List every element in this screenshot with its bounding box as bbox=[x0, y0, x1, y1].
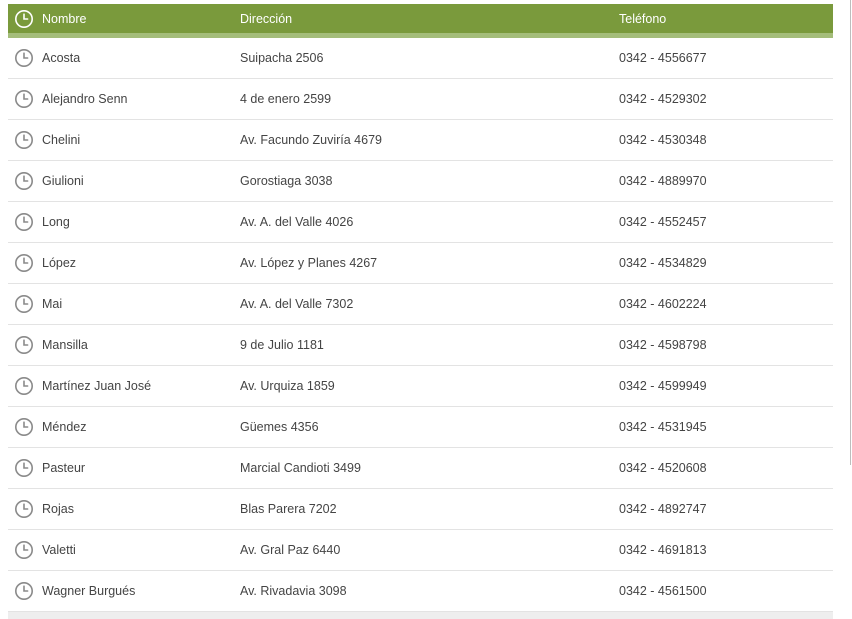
name-cell: Martínez Juan José bbox=[8, 376, 240, 396]
pharmacy-phone: 0342 - 4529302 bbox=[619, 92, 707, 106]
pharmacy-name: Rojas bbox=[42, 502, 74, 516]
header-address[interactable]: Dirección bbox=[240, 12, 619, 26]
pharmacy-name: Valetti bbox=[42, 543, 76, 557]
clock-icon bbox=[15, 336, 33, 354]
table-row[interactable]: Valetti Av. Gral Paz 6440 0342 - 4691813 bbox=[8, 530, 833, 571]
header-name: Nombre bbox=[42, 11, 87, 26]
clock-icon bbox=[15, 49, 33, 67]
pharmacy-address: Suipacha 2506 bbox=[240, 51, 324, 65]
pharmacy-address: 9 de Julio 1181 bbox=[240, 338, 324, 352]
table-row[interactable]: Long Av. A. del Valle 4026 0342 - 4552457 bbox=[8, 202, 833, 243]
pharmacy-name: Pasteur bbox=[42, 461, 86, 475]
table-row[interactable]: Martínez Juan José Av. Urquiza 1859 0342 -… bbox=[8, 366, 833, 407]
pharmacy-address: Av. Gral Paz 6440 bbox=[240, 543, 341, 557]
pharmacy-name: Giulioni bbox=[42, 174, 84, 188]
clock-icon bbox=[15, 459, 33, 477]
table-row[interactable]: Mai Av. A. del Valle 7302 0342 - 4602224 bbox=[8, 284, 833, 325]
pharmacy-phone: 0342 - 4561500 bbox=[619, 584, 707, 598]
clock-icon bbox=[15, 9, 33, 28]
pharmacy-name: Mai bbox=[42, 297, 63, 311]
pharmacy-phone: 0342 - 4556677 bbox=[619, 51, 707, 65]
clock-icon bbox=[15, 500, 33, 518]
pharmacy-phone: 0342 - 4534829 bbox=[619, 256, 707, 270]
name-cell: Wagner Burgués bbox=[8, 581, 240, 601]
clock-icon bbox=[15, 377, 33, 395]
name-cell: López bbox=[8, 253, 240, 273]
clock-icon bbox=[15, 582, 33, 600]
name-cell: Long bbox=[8, 212, 240, 232]
pharmacy-address: Gorostiaga 3038 bbox=[240, 174, 333, 188]
pharmacy-name: Méndez bbox=[42, 420, 87, 434]
pharmacy-name: Martínez Juan José bbox=[42, 379, 152, 393]
table-row[interactable]: Alejandro Senn 4 de enero 2599 0342 - 4529… bbox=[8, 79, 833, 120]
table-header: Nombre Dirección Teléfono bbox=[8, 4, 833, 38]
header-name-cell[interactable]: Nombre bbox=[8, 9, 240, 29]
table-row[interactable]: Méndez Güemes 4356 0342 - 4531945 bbox=[8, 407, 833, 448]
pharmacy-name: Wagner Burgués bbox=[42, 584, 136, 598]
table-row[interactable]: Wagner Burgués Av. Rivadavia 3098 0342 - 4… bbox=[8, 571, 833, 612]
pharmacy-phone: 0342 - 4520608 bbox=[619, 461, 707, 475]
pharmacy-table: Nombre Dirección Teléfono Acosta Suipacha… bbox=[8, 4, 833, 612]
pharmacy-address: 4 de enero 2599 bbox=[240, 92, 332, 106]
pharmacy-phone: 0342 - 4530348 bbox=[619, 133, 707, 147]
name-cell: Acosta bbox=[8, 48, 240, 68]
pharmacy-name: Alejandro Senn bbox=[42, 92, 128, 106]
clock-icon bbox=[15, 295, 33, 313]
clock-icon bbox=[15, 172, 33, 190]
name-cell: Mai bbox=[8, 294, 240, 314]
pharmacy-address: Av. A. del Valle 7302 bbox=[240, 297, 354, 311]
clock-icon bbox=[15, 418, 33, 436]
pharmacy-address: Güemes 4356 bbox=[240, 420, 319, 434]
table-row[interactable]: López Av. López y Planes 4267 0342 - 45348… bbox=[8, 243, 833, 284]
pharmacy-name: López bbox=[42, 256, 77, 270]
scrollbar-edge bbox=[850, 0, 851, 465]
table-row[interactable]: Chelini Av. Facundo Zuviría 4679 0342 - 45… bbox=[8, 120, 833, 161]
pharmacy-phone: 0342 - 4531945 bbox=[619, 420, 707, 434]
pharmacy-name: Long bbox=[42, 215, 70, 229]
table-footer bbox=[8, 612, 833, 619]
pharmacy-phone: 0342 - 4552457 bbox=[619, 215, 707, 229]
pharmacy-address: Av. Urquiza 1859 bbox=[240, 379, 335, 393]
pharmacy-phone: 0342 - 4602224 bbox=[619, 297, 707, 311]
pharmacy-name: Acosta bbox=[42, 51, 81, 65]
table-row[interactable]: Acosta Suipacha 2506 0342 - 4556677 bbox=[8, 38, 833, 79]
table-row[interactable]: Rojas Blas Parera 7202 0342 - 4892747 bbox=[8, 489, 833, 530]
header-phone[interactable]: Teléfono bbox=[619, 12, 833, 26]
clock-icon bbox=[15, 541, 33, 559]
pharmacy-address: Av. López y Planes 4267 bbox=[240, 256, 378, 270]
pharmacy-phone: 0342 - 4892747 bbox=[619, 502, 707, 516]
pharmacy-phone: 0342 - 4889970 bbox=[619, 174, 707, 188]
clock-icon bbox=[15, 213, 33, 231]
clock-icon bbox=[15, 254, 33, 272]
clock-icon bbox=[15, 131, 33, 149]
name-cell: Chelini bbox=[8, 130, 240, 150]
pharmacy-name: Chelini bbox=[42, 133, 81, 147]
pharmacy-address: Av. Rivadavia 3098 bbox=[240, 584, 347, 598]
name-cell: Giulioni bbox=[8, 171, 240, 191]
pharmacy-name: Mansilla bbox=[42, 338, 88, 352]
clock-icon bbox=[15, 90, 33, 108]
pharmacy-address: Av. Facundo Zuviría 4679 bbox=[240, 133, 382, 147]
name-cell: Mansilla bbox=[8, 335, 240, 355]
name-cell: Pasteur bbox=[8, 458, 240, 478]
name-cell: Rojas bbox=[8, 499, 240, 519]
table-row[interactable]: Giulioni Gorostiaga 3038 0342 - 4889970 bbox=[8, 161, 833, 202]
pharmacy-address: Blas Parera 7202 bbox=[240, 502, 337, 516]
table-row[interactable]: Mansilla 9 de Julio 1181 0342 - 4598798 bbox=[8, 325, 833, 366]
pharmacy-phone: 0342 - 4598798 bbox=[619, 338, 707, 352]
table-row[interactable]: Pasteur Marcial Candioti 3499 0342 - 45206… bbox=[8, 448, 833, 489]
name-cell: Méndez bbox=[8, 417, 240, 437]
name-cell: Valetti bbox=[8, 540, 240, 560]
pharmacy-address: Marcial Candioti 3499 bbox=[240, 461, 361, 475]
pharmacy-phone: 0342 - 4691813 bbox=[619, 543, 707, 557]
table-body: Acosta Suipacha 2506 0342 - 4556677 Alejand… bbox=[8, 38, 833, 612]
pharmacy-phone: 0342 - 4599949 bbox=[619, 379, 707, 393]
pharmacy-address: Av. A. del Valle 4026 bbox=[240, 215, 354, 229]
name-cell: Alejandro Senn bbox=[8, 89, 240, 109]
